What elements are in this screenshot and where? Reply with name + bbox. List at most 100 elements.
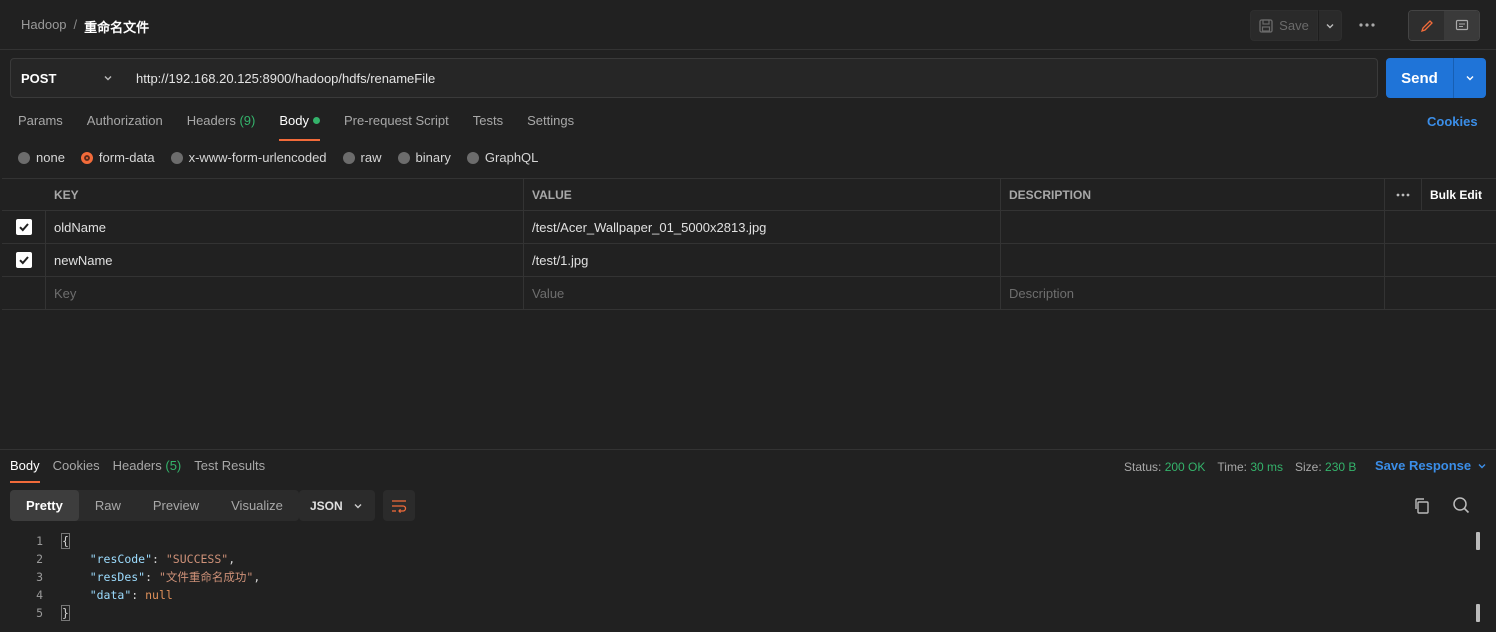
radio-raw[interactable]: raw (342, 150, 382, 165)
view-raw[interactable]: Raw (79, 490, 137, 521)
tab-tests[interactable]: Tests (473, 113, 503, 139)
method-label: POST (21, 70, 57, 86)
header-checkbox-column (2, 179, 46, 210)
close-brace: } (61, 605, 70, 621)
table-row-new: Key Value Description (2, 277, 1496, 310)
chevron-down-icon (1326, 23, 1334, 28)
table-options-button[interactable] (1385, 179, 1422, 210)
tab-authorization[interactable]: Authorization (87, 113, 163, 139)
response-format-select[interactable]: JSON (299, 490, 375, 521)
line-number: 2 (36, 552, 43, 566)
row-key-input[interactable]: newName (46, 244, 524, 276)
save-dropdown-button[interactable] (1318, 10, 1342, 41)
tab-params[interactable]: Params (18, 113, 63, 139)
status-info[interactable]: Status: 200 OK (1124, 460, 1205, 474)
save-response-button[interactable]: Save Response (1375, 458, 1487, 473)
json-key: "data" (89, 588, 132, 602)
search-icon[interactable] (1451, 495, 1471, 515)
code-line: 3 "resDes": "文件重命名成功", (0, 568, 1470, 586)
tab-pre-request-script[interactable]: Pre-request Script (344, 113, 449, 139)
response-tab-test-results[interactable]: Test Results (194, 458, 265, 482)
save-response-label: Save Response (1375, 458, 1472, 473)
response-headers-count: (5) (165, 458, 182, 473)
save-label: Save (1279, 18, 1309, 33)
time-info[interactable]: Time: 30 ms (1217, 460, 1283, 474)
row-description-input[interactable] (1001, 244, 1385, 276)
url-input[interactable]: http://192.168.20.125:8900/hadoop/hdfs/r… (125, 58, 1378, 98)
method-select[interactable]: POST (10, 58, 126, 98)
code-line: 1 { (0, 532, 1470, 550)
breadcrumb-separator: / (73, 17, 78, 32)
response-tab-body[interactable]: Body (10, 458, 40, 483)
new-value-input[interactable]: Value (524, 277, 1001, 309)
code-text: "resCode": "SUCCESS", (89, 552, 236, 566)
response-meta: Status: 200 OK Time: 30 ms Size: 230 B (1124, 460, 1356, 474)
copy-icon[interactable] (1412, 496, 1432, 516)
row-key-input[interactable]: oldName (46, 211, 524, 243)
view-mode-toggle (1408, 10, 1480, 41)
column-header-description: DESCRIPTION (1001, 179, 1385, 210)
new-description-input[interactable]: Description (1001, 277, 1385, 309)
json-value: "SUCCESS" (165, 552, 229, 566)
size-info[interactable]: Size: 230 B (1295, 460, 1356, 474)
tab-body[interactable]: Body (279, 113, 320, 141)
tab-body-label: Body (279, 113, 309, 128)
row-description-input[interactable] (1001, 211, 1385, 243)
edit-mode-button[interactable] (1409, 11, 1444, 40)
radio-circle (466, 151, 479, 164)
view-visualize[interactable]: Visualize (215, 490, 299, 521)
tab-headers[interactable]: Headers (9) (187, 113, 256, 139)
radio-binary[interactable]: binary (397, 150, 451, 165)
scrollbar-thumb[interactable] (1476, 532, 1480, 550)
radio-none[interactable]: none (18, 150, 65, 165)
size-label: Size: (1295, 460, 1322, 474)
send-dropdown-button[interactable] (1453, 58, 1486, 98)
breadcrumb: Hadoop / 重命名文件 (21, 17, 149, 36)
time-label: Time: (1217, 460, 1247, 474)
save-button[interactable]: Save (1250, 10, 1318, 41)
radio-label: form-data (98, 150, 155, 165)
row-tail (1385, 211, 1496, 243)
row-value-input[interactable]: /test/1.jpg (524, 244, 1001, 276)
radio-label: binary (415, 150, 451, 165)
bulk-edit-button[interactable]: Bulk Edit (1422, 179, 1496, 210)
request-header: Hadoop / 重命名文件 Save (0, 0, 1496, 50)
radio-form-data[interactable]: form-data (80, 150, 155, 165)
scrollbar-thumb[interactable] (1476, 604, 1480, 622)
row-enabled-checkbox[interactable] (2, 211, 46, 243)
new-key-input[interactable]: Key (46, 277, 524, 309)
more-options-button[interactable] (1356, 14, 1378, 36)
breadcrumb-collection[interactable]: Hadoop (21, 17, 67, 36)
row-tail (1385, 277, 1496, 309)
pencil-icon (1420, 19, 1433, 32)
json-key: "resDes" (89, 570, 146, 584)
radio-graphql[interactable]: GraphQL (466, 150, 539, 165)
chevron-down-icon (104, 76, 112, 81)
checkbox-checked (15, 252, 32, 268)
radio-label: GraphQL (484, 150, 539, 165)
radio-label: raw (360, 150, 382, 165)
checkbox-checked (15, 219, 32, 235)
radio-urlencoded[interactable]: x-www-form-urlencoded (170, 150, 327, 165)
row-checkbox-empty (2, 277, 46, 309)
view-preview[interactable]: Preview (137, 490, 215, 521)
send-button[interactable]: Send (1386, 58, 1453, 98)
table-row: newName /test/1.jpg (2, 244, 1496, 277)
response-tab-headers[interactable]: Headers (5) (113, 458, 182, 482)
code-text: { (43, 533, 70, 549)
row-enabled-checkbox[interactable] (2, 244, 46, 276)
tab-settings[interactable]: Settings (527, 113, 574, 139)
send-button-group: Send (1386, 58, 1486, 98)
response-body-editor[interactable]: 1 { 2 "resCode": "SUCCESS", 3 "resDes": … (0, 532, 1470, 622)
view-pretty[interactable]: Pretty (10, 490, 79, 521)
form-data-table: KEY VALUE DESCRIPTION Bulk Edit oldName … (2, 178, 1496, 310)
chevron-down-icon (354, 503, 362, 508)
row-value-input[interactable]: /test/Acer_Wallpaper_01_5000x2813.jpg (524, 211, 1001, 243)
comments-mode-button[interactable] (1444, 11, 1479, 40)
wrap-lines-button[interactable] (383, 490, 415, 521)
breadcrumb-request-name[interactable]: 重命名文件 (84, 17, 149, 36)
cookies-link[interactable]: Cookies (1427, 114, 1478, 129)
response-pane-divider[interactable] (0, 449, 1496, 450)
column-header-value: VALUE (524, 179, 1001, 210)
response-tab-cookies[interactable]: Cookies (53, 458, 100, 482)
